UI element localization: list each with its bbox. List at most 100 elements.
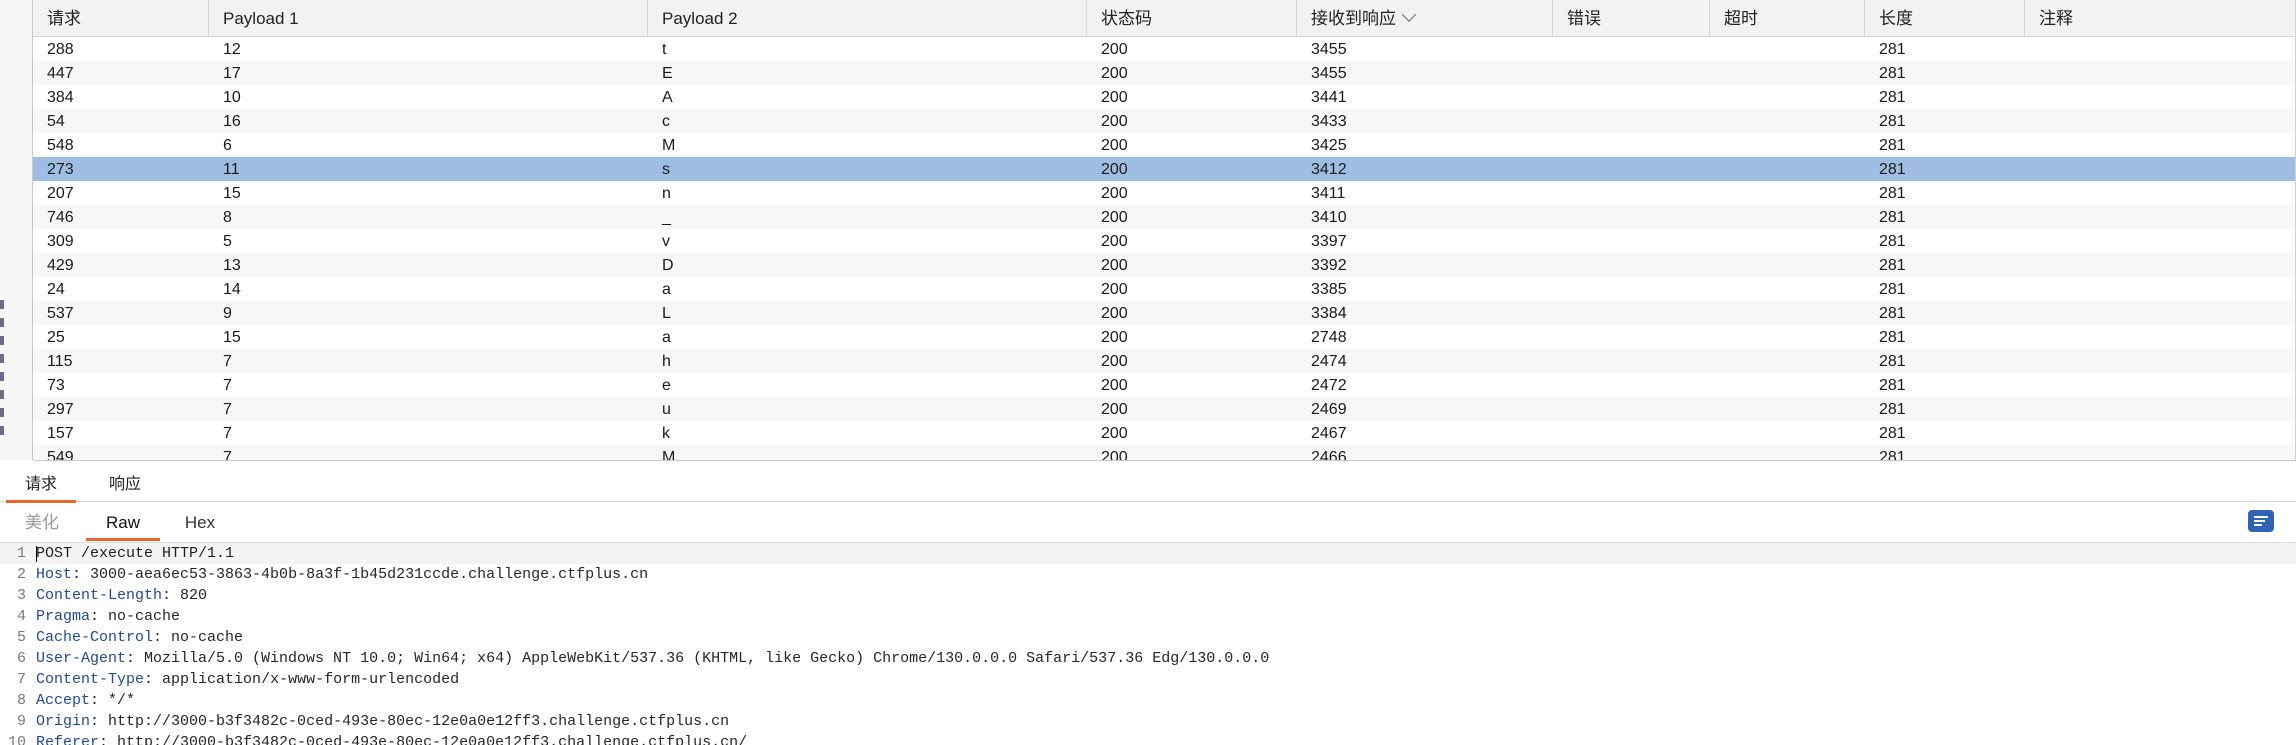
request-response-tabs: 请求 响应 <box>0 467 2296 503</box>
table-row[interactable]: 548 6 M 200 3425 281 <box>33 133 2296 157</box>
cell-p1: 8 <box>223 209 232 226</box>
cell-len: 281 <box>1879 209 1906 226</box>
line-content: Referer: http://3000-b3f3482c-0ced-493e-… <box>36 732 747 745</box>
cell-status: 200 <box>1101 305 1128 322</box>
editor-line: 2 Host: 3000-aea6ec53-3863-4b0b-8a3f-1b45… <box>0 564 2296 585</box>
cell-err <box>1553 277 1724 301</box>
table-row[interactable]: 25 15 a 200 2748 281 <box>33 325 2296 349</box>
column-header-label: 注释 <box>2039 9 2073 28</box>
cell-timeout <box>1710 421 1879 445</box>
cell-p1: 10 <box>223 89 241 106</box>
cell-p1: 14 <box>223 281 241 298</box>
cell-p2: M <box>662 137 676 154</box>
cell-p2: n <box>662 185 671 202</box>
cell-status: 200 <box>1101 353 1128 370</box>
cell-err <box>1553 397 1724 421</box>
cell-req: 297 <box>47 401 74 418</box>
cell-err <box>1553 253 1724 277</box>
table-row[interactable]: 447 17 E 200 3455 281 <box>33 61 2296 85</box>
cell-p2: s <box>662 161 670 178</box>
table-row[interactable]: 207 15 n 200 3411 281 <box>33 181 2296 205</box>
table-row[interactable]: 297 7 u 200 2469 281 <box>33 397 2296 421</box>
column-header-recv[interactable]: 接收到响应 <box>1297 0 1553 36</box>
header-name: Cache-Control <box>36 629 154 646</box>
table-body: 288 12 t 200 3455 281 447 17 E 200 3455 281 384 10 A 20… <box>33 37 2296 461</box>
line-content: POST /execute HTTP/1.1 <box>36 543 234 564</box>
table-row[interactable]: 115 7 h 200 2474 281 <box>33 349 2296 373</box>
word-wrap-icon[interactable] <box>2248 510 2274 532</box>
cell-status: 200 <box>1101 89 1128 106</box>
table-row[interactable]: 384 10 A 200 3441 281 <box>33 85 2296 109</box>
cell-p1: 17 <box>223 65 241 82</box>
line-number: 7 <box>16 671 26 688</box>
table-row[interactable]: 429 13 D 200 3392 281 <box>33 253 2296 277</box>
cell-req: 288 <box>47 41 74 58</box>
editor-line: 8 Accept: */* <box>0 690 2296 711</box>
cell-p2: v <box>662 233 670 250</box>
tab-raw[interactable]: Raw <box>86 502 160 541</box>
cell-recv: 3397 <box>1311 233 1347 250</box>
cell-recv: 3425 <box>1311 137 1347 154</box>
header-name: Content-Length <box>36 587 163 604</box>
tab-pretty[interactable]: 美化 <box>8 502 76 538</box>
column-header-err[interactable]: 错误 <box>1553 0 1710 36</box>
sort-descending-icon[interactable] <box>1401 7 1417 22</box>
cell-p1: 9 <box>223 305 232 322</box>
column-header-p2[interactable]: Payload 2 <box>648 0 1087 36</box>
column-header-p1[interactable]: Payload 1 <box>209 0 648 36</box>
column-header-timeout[interactable]: 超时 <box>1710 0 1865 36</box>
table-row[interactable]: 54 16 c 200 3433 281 <box>33 109 2296 133</box>
cell-err <box>1553 157 1724 181</box>
cell-recv: 3411 <box>1311 185 1346 202</box>
table-row[interactable]: 73 7 e 200 2472 281 <box>33 373 2296 397</box>
cell-p1: 7 <box>223 449 232 461</box>
table-row[interactable]: 537 9 L 200 3384 281 <box>33 301 2296 325</box>
gutter-mark <box>0 426 4 435</box>
header-value: http://3000-b3f3482c-0ced-493e-80ec-12e0… <box>108 713 730 730</box>
column-header-label: 长度 <box>1879 9 1913 28</box>
cell-status: 200 <box>1101 257 1128 274</box>
cell-err <box>1553 61 1724 85</box>
tab-hex[interactable]: Hex <box>168 502 232 538</box>
cell-len: 281 <box>1879 281 1906 298</box>
results-table: 请求 Payload 1 Payload 2 状态码 接收到响应 错误 超时 长度 注释 288… <box>33 0 2296 461</box>
cell-note <box>2025 373 2296 397</box>
cell-status: 200 <box>1101 377 1128 394</box>
column-header-note[interactable]: 注释 <box>2025 0 2296 36</box>
cell-recv: 3410 <box>1311 209 1347 226</box>
table-row[interactable]: 309 5 v 200 3397 281 <box>33 229 2296 253</box>
cell-status: 200 <box>1101 401 1128 418</box>
header-value: http://3000-b3f3482c-0ced-493e-80ec-12e0… <box>117 734 748 745</box>
cell-status: 200 <box>1101 425 1128 442</box>
cell-err <box>1553 325 1724 349</box>
raw-request-editor[interactable]: 1 POST /execute HTTP/1.1 2 Host: 3000-aea6e… <box>0 543 2296 745</box>
table-row[interactable]: 746 8 _ 200 3410 281 <box>33 205 2296 229</box>
line-number: 5 <box>16 629 26 646</box>
table-row[interactable]: 24 14 a 200 3385 281 <box>33 277 2296 301</box>
cell-p2: M <box>662 449 676 461</box>
cell-p1: 16 <box>223 113 241 130</box>
header-value: 3000-aea6ec53-3863-4b0b-8a3f-1b45d231ccd… <box>90 566 649 583</box>
cell-len: 281 <box>1879 377 1906 394</box>
header-value: */* <box>108 692 136 709</box>
cell-status: 200 <box>1101 281 1128 298</box>
line-content: Content-Type: application/x-www-form-url… <box>36 671 460 688</box>
column-header-len[interactable]: 长度 <box>1865 0 2025 36</box>
cell-len: 281 <box>1879 401 1906 418</box>
editor-line: 7 Content-Type: application/x-www-form-ur… <box>0 669 2296 690</box>
table-row[interactable]: 549 7 M 200 2466 281 <box>33 445 2296 461</box>
cell-note <box>2025 229 2296 253</box>
table-row[interactable]: 288 12 t 200 3455 281 <box>33 37 2296 61</box>
table-row[interactable]: 157 7 k 200 2467 281 <box>33 421 2296 445</box>
column-header-req[interactable]: 请求 <box>33 0 209 36</box>
header-name: Origin <box>36 713 91 730</box>
table-row[interactable]: 273 11 s 200 3412 281 <box>33 157 2296 181</box>
tab-response[interactable]: 响应 <box>90 467 160 500</box>
cell-req: 54 <box>47 113 65 130</box>
header-name: Accept <box>36 692 91 709</box>
gutter-mark <box>0 318 4 327</box>
cell-note <box>2025 349 2296 373</box>
column-header-status[interactable]: 状态码 <box>1087 0 1297 36</box>
tab-request[interactable]: 请求 <box>6 467 76 503</box>
cell-note <box>2025 277 2296 301</box>
